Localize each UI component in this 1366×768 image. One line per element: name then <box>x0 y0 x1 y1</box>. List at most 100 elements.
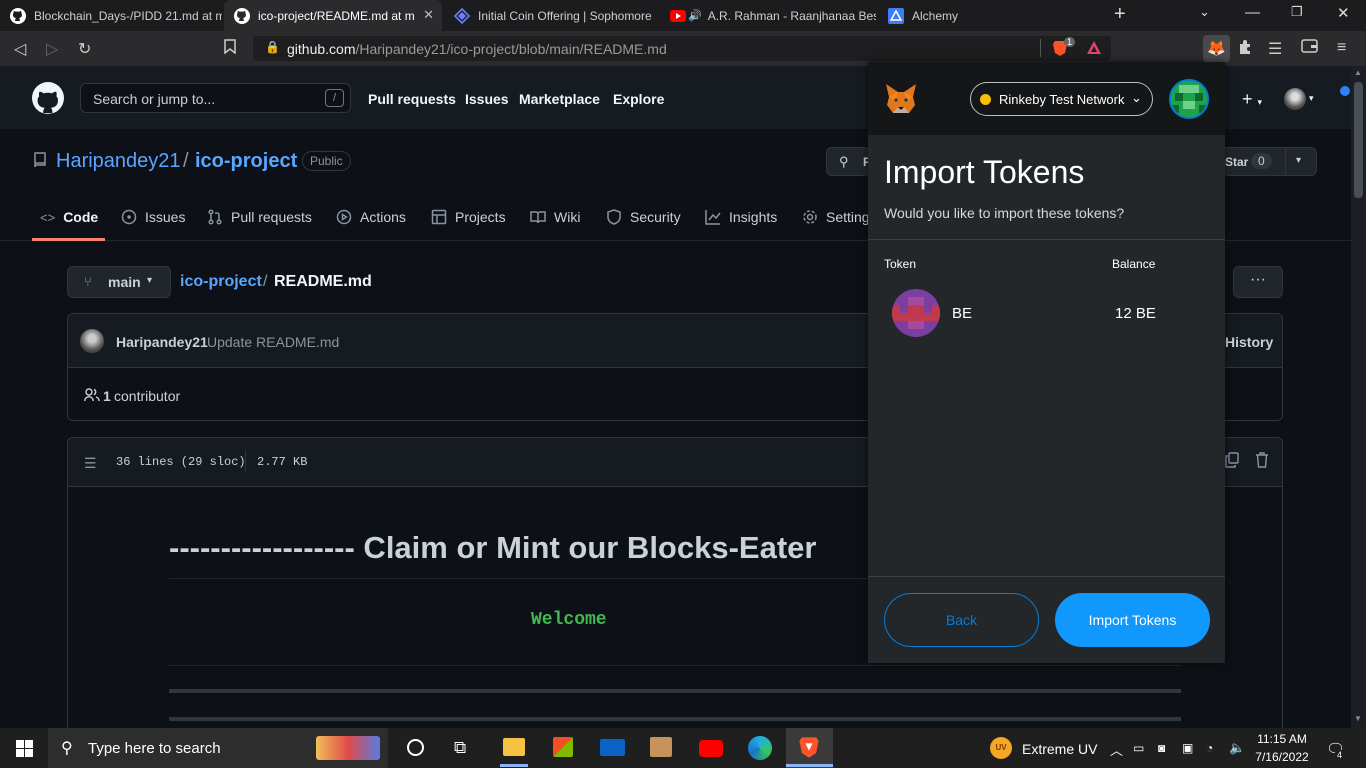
extensions-icon[interactable] <box>1237 39 1253 60</box>
graph-icon <box>705 210 721 225</box>
tab-code[interactable]: <> Code <box>40 209 98 225</box>
chevron-down-icon[interactable]: ▾ <box>1309 93 1314 104</box>
chevron-down-icon[interactable]: ▾ <box>1296 155 1301 166</box>
token-identicon <box>892 289 940 337</box>
playlist-icon[interactable]: ☰ <box>1268 39 1282 59</box>
uv-weather-icon[interactable]: UV <box>990 737 1012 759</box>
browser-tab[interactable]: Blockchain_Days-/PIDD 21.md at m <box>0 0 222 31</box>
user-avatar[interactable] <box>1284 88 1306 110</box>
metamask-fox-logo[interactable] <box>884 83 918 119</box>
trash-icon[interactable] <box>1255 452 1269 473</box>
tab-insights[interactable]: Insights <box>705 209 777 225</box>
divider <box>1285 148 1286 175</box>
clock-time[interactable]: 11:15 AM <box>1255 732 1309 746</box>
clock-date[interactable]: 7/16/2022 <box>1255 750 1309 764</box>
pin-button[interactable]: ⚲ P <box>826 147 871 176</box>
package-icon[interactable] <box>650 737 672 757</box>
mail-icon[interactable] <box>600 739 625 756</box>
windows-start-icon[interactable] <box>16 740 33 762</box>
copy-icon[interactable] <box>1225 452 1239 473</box>
tab-issues[interactable]: Issues <box>121 209 185 225</box>
speaker-icon[interactable]: 🔊 <box>688 9 702 22</box>
task-view-icon[interactable]: ⧉ <box>454 738 466 758</box>
browser-tab-active[interactable]: ico-project/README.md at m ✕ <box>224 0 442 31</box>
youtube-app-icon[interactable] <box>699 740 723 757</box>
file-explorer-icon[interactable] <box>503 738 525 756</box>
import-tokens-button[interactable]: Import Tokens <box>1055 593 1210 647</box>
outline-icon[interactable]: ☰ <box>84 455 97 472</box>
book-icon <box>530 211 546 224</box>
repo-owner-link[interactable]: Haripandey21 <box>56 150 181 173</box>
breadcrumb-repo-link[interactable]: ico-project <box>180 273 262 291</box>
scroll-up-icon[interactable]: ▲ <box>1354 68 1362 77</box>
commit-message[interactable]: Update README.md <box>207 334 339 350</box>
wifi-icon[interactable]: ◔ <box>1206 741 1213 755</box>
camera-icon[interactable]: ◙ <box>1158 741 1165 755</box>
branch-selector[interactable]: ⑂ main ▾ <box>67 266 171 298</box>
back-icon[interactable]: ◁ <box>14 39 26 59</box>
display-icon[interactable]: ▣ <box>1182 741 1193 755</box>
metamask-popup <box>868 62 1225 663</box>
github-search-input[interactable]: Search or jump to... / <box>80 83 351 113</box>
nav-explore[interactable]: Explore <box>613 91 664 107</box>
nav-pull-requests[interactable]: Pull requests <box>368 91 456 107</box>
tab-settings[interactable]: Settings <box>802 209 868 225</box>
taskbar-search-input[interactable]: ⚲ Type here to search <box>48 728 388 768</box>
menu-icon[interactable]: ≡ <box>1337 39 1346 57</box>
tab-actions[interactable]: Actions <box>336 209 406 225</box>
table-icon <box>431 209 447 225</box>
volume-icon[interactable]: 🔈 <box>1229 740 1245 756</box>
contributors-count[interactable]: 1 <box>103 388 111 404</box>
close-tab-icon[interactable]: ✕ <box>423 7 434 23</box>
tab-pull-requests[interactable]: Pull requests <box>207 209 312 225</box>
browser-tab[interactable]: 🔊 A.R. Rahman - Raanjhanaa Best <box>660 0 876 31</box>
back-button[interactable]: Back <box>884 593 1039 647</box>
cortana-icon[interactable] <box>407 739 424 756</box>
brave-browser-icon[interactable] <box>798 735 820 764</box>
page-scrollbar[interactable]: ▲ ▼ <box>1351 66 1366 728</box>
contributors-label[interactable]: contributor <box>114 388 180 404</box>
minimize-icon[interactable]: — <box>1245 4 1260 21</box>
github-logo-icon[interactable] <box>32 82 64 119</box>
history-link[interactable]: History <box>1225 334 1273 350</box>
more-options-button[interactable]: ··· <box>1233 266 1283 298</box>
account-identicon[interactable] <box>1169 79 1209 119</box>
weather-text[interactable]: Extreme UV <box>1022 741 1097 757</box>
new-tab-icon[interactable]: + <box>1114 3 1126 26</box>
create-new-icon[interactable]: + ▾ <box>1242 89 1262 110</box>
wallet-icon[interactable] <box>1301 39 1318 58</box>
bookmark-icon[interactable] <box>224 39 236 59</box>
chevron-down-icon[interactable]: ⌄ <box>1199 4 1210 20</box>
nav-issues[interactable]: Issues <box>465 91 509 107</box>
tray-chevron-up-icon[interactable]: ︿ <box>1110 740 1123 759</box>
file-size: 2.77 KB <box>257 455 308 469</box>
microsoft-store-icon[interactable] <box>553 737 573 757</box>
reload-icon[interactable]: ↻ <box>78 39 91 59</box>
browser-tab[interactable]: Alchemy <box>878 0 1098 31</box>
scroll-down-icon[interactable]: ▼ <box>1354 714 1362 723</box>
metamask-extension-icon[interactable]: 🦊 <box>1203 35 1230 62</box>
forward-icon[interactable]: ▷ <box>46 39 58 59</box>
scrollbar-thumb[interactable] <box>1354 82 1363 198</box>
restore-icon[interactable]: ❐ <box>1291 4 1303 20</box>
commit-author[interactable]: Haripandey21 <box>116 334 208 350</box>
star-button[interactable]: Star 0 ▾ <box>1222 147 1317 176</box>
tab-projects[interactable]: Projects <box>431 209 506 225</box>
nav-marketplace[interactable]: Marketplace <box>519 91 600 107</box>
tab-wiki[interactable]: Wiki <box>530 209 580 225</box>
brave-rewards-icon[interactable] <box>1086 40 1102 61</box>
battery-icon[interactable]: ▭ <box>1133 741 1144 755</box>
address-bar[interactable]: 🔒 github.com/Haripandey21/ico-project/bl… <box>253 36 1111 61</box>
browser-tab[interactable]: Initial Coin Offering | Sophomore <box>444 0 660 31</box>
notification-count: 4 <box>1335 750 1345 760</box>
author-avatar[interactable] <box>80 329 104 353</box>
repo-name-link[interactable]: ico-project <box>195 150 297 173</box>
network-selector[interactable]: Rinkeby Test Network ⌄ <box>970 82 1153 116</box>
close-window-icon[interactable]: ✕ <box>1337 4 1350 22</box>
tab-security[interactable]: Security <box>606 209 681 225</box>
tab-title: Blockchain_Days-/PIDD 21.md at m <box>34 8 222 23</box>
edge-browser-icon[interactable] <box>748 736 772 760</box>
import-tokens-title: Import Tokens <box>884 154 1085 190</box>
divider <box>868 239 1225 240</box>
divider <box>169 665 1181 666</box>
